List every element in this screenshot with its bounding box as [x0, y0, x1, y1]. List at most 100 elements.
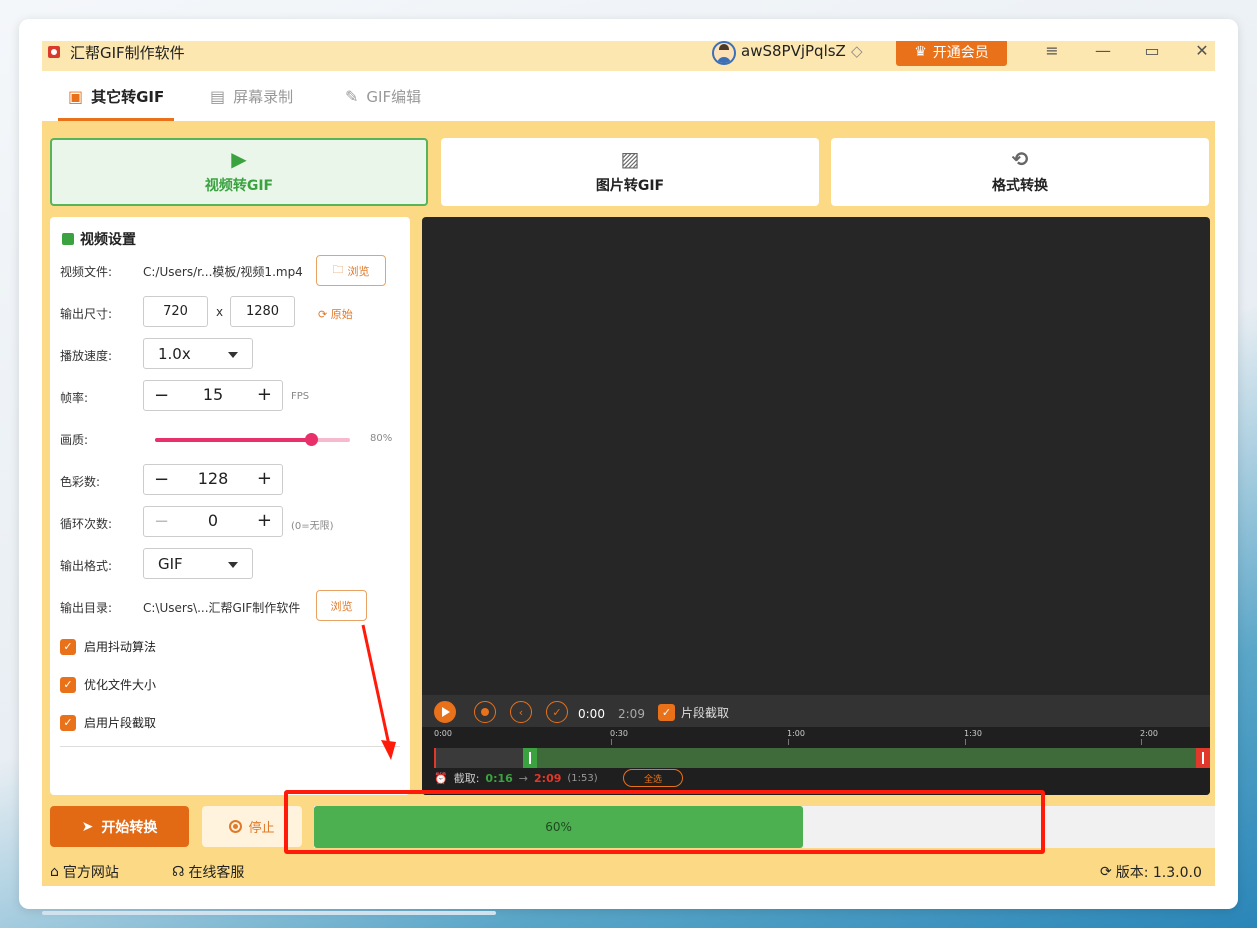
version-info[interactable]: ⟳ 版本: 1.3.0.0 [1100, 862, 1202, 882]
tab-screen-record[interactable]: ▤ 屏幕录制 [210, 71, 293, 121]
settings-video-icon [62, 233, 74, 245]
quality-slider-thumb[interactable] [305, 433, 318, 446]
tick-mark [1141, 739, 1142, 745]
app-logo-icon [48, 46, 60, 58]
clip-end-handle[interactable] [1196, 748, 1210, 768]
minimize-icon[interactable]: — [1093, 41, 1113, 60]
tick-label: 1:00 [787, 729, 805, 738]
timeline[interactable]: 0:00 0:30 1:00 1:30 2:00 ⏰ 截取: 0:16 → 2:… [422, 727, 1210, 795]
tab-other-to-gif[interactable]: ▣ 其它转GIF [68, 71, 164, 121]
avatar[interactable] [712, 41, 736, 65]
image-icon: ▣ [68, 86, 84, 106]
headset-icon: ☊ [172, 864, 185, 880]
segment-clip-toggle[interactable]: ✓ 片段截取 [658, 704, 729, 721]
video-file-path: C:/Users/r...模板/视频1.mp4 [143, 265, 303, 279]
camera-icon: ▤ [210, 86, 226, 106]
stop-circle-icon [229, 820, 243, 833]
playhead[interactable] [434, 748, 436, 768]
support-link[interactable]: ☊ 在线客服 [172, 862, 244, 882]
picture-icon: ▨ [620, 147, 640, 171]
format-select[interactable]: GIF [143, 548, 253, 579]
select-all-button[interactable]: 全选 [623, 769, 683, 787]
mode-label: 图片转GIF [595, 178, 665, 194]
checkbox-checked-icon[interactable]: ✓ [658, 704, 675, 721]
close-icon[interactable]: ✕ [1192, 41, 1212, 60]
option-label: 启用抖动算法 [84, 640, 157, 654]
prev-icon[interactable]: ‹ [510, 701, 532, 723]
option-label: 优化文件大小 [84, 678, 157, 692]
start-label: 开始转换 [101, 819, 158, 836]
confirm-icon[interactable]: ✓ [546, 701, 568, 723]
reset-size-button[interactable]: ⟳ 原始 [318, 306, 353, 322]
scrollbar[interactable] [42, 911, 496, 915]
username[interactable]: awS8PVjPqlsZ [741, 42, 846, 60]
video-settings-panel: 视频设置 视频文件: C:/Users/r...模板/视频1.mp4 🗀 浏览 … [50, 217, 410, 795]
mode-image-to-gif[interactable]: ▨ 图片转GIF [441, 138, 819, 206]
arrow-icon: → [518, 771, 529, 785]
fps-stepper[interactable]: − 15 + [143, 380, 283, 411]
stop-icon[interactable] [474, 701, 496, 723]
folder-icon: 🗀 [332, 263, 344, 276]
mode-format-convert[interactable]: ⟲ 格式转换 [831, 138, 1209, 206]
browse-video-button[interactable]: 🗀 浏览 [316, 255, 386, 286]
current-time: 0:00 [578, 707, 605, 721]
panel-title: 视频设置 [80, 232, 136, 248]
speed-value: 1.0x [158, 344, 191, 363]
plus-button[interactable]: + [257, 468, 272, 489]
maximize-icon[interactable]: ▭ [1142, 41, 1162, 60]
plus-button[interactable]: + [257, 510, 272, 531]
menu-icon[interactable]: ≡ [1042, 41, 1062, 60]
tab-label: 屏幕录制 [233, 87, 294, 106]
clip-end-time: 2:09 [534, 771, 562, 785]
width-input[interactable]: 720 [143, 296, 208, 327]
colors-stepper[interactable]: − 128 + [143, 464, 283, 495]
annotation-highlight-box [284, 790, 1045, 854]
convert-icon: ⟲ [1011, 147, 1029, 171]
play-icon[interactable] [434, 701, 456, 723]
format-label: 输出格式: [60, 559, 113, 573]
panel-header: 视频设置 [62, 229, 136, 249]
browse-label: 浏览 [347, 264, 370, 278]
height-input[interactable]: 1280 [230, 296, 295, 327]
option-dither[interactable]: ✓ 启用抖动算法 [60, 638, 156, 655]
checkbox-checked-icon[interactable]: ✓ [60, 638, 76, 655]
quality-slider[interactable] [155, 433, 350, 446]
vip-button[interactable]: ♛ 开通会员 [896, 41, 1007, 66]
start-convert-button[interactable]: ➤ 开始转换 [50, 806, 189, 847]
clip-start-handle[interactable] [522, 748, 537, 768]
chevron-down-icon [228, 352, 238, 358]
option-segment-clip[interactable]: ✓ 启用片段截取 [60, 714, 156, 731]
output-size-label: 输出尺寸: [60, 307, 113, 321]
alarm-icon: ⏰ [434, 771, 448, 785]
checkbox-checked-icon[interactable]: ✓ [60, 714, 76, 731]
mode-video-to-gif[interactable]: ▶ 视频转GIF [50, 138, 428, 206]
home-icon: ⌂ [50, 864, 59, 880]
video-icon: ▶ [231, 147, 247, 171]
app-window: 汇帮GIF制作软件 awS8PVjPqlsZ ◇ ♛ 开通会员 ≡ — ▭ ✕ … [42, 41, 1215, 886]
app-title: 汇帮GIF制作软件 [70, 44, 185, 62]
website-link[interactable]: ⌂ 官方网站 [50, 862, 119, 882]
size-separator: x [216, 305, 224, 319]
timeline-track[interactable] [434, 748, 1210, 768]
fps-unit: FPS [291, 391, 310, 402]
checkbox-checked-icon[interactable]: ✓ [60, 676, 76, 693]
plus-button[interactable]: + [257, 384, 272, 405]
browse-label: 浏览 [330, 599, 353, 613]
output-dir-label: 输出目录: [60, 601, 113, 615]
player-controls: ‹ ✓ 0:00 2:09 ✓ 片段截取 [422, 695, 1210, 727]
reset-label: 原始 [330, 308, 353, 321]
edit-icon: ✎ [345, 86, 359, 106]
option-optimize-size[interactable]: ✓ 优化文件大小 [60, 676, 156, 693]
tick-label: 2:00 [1140, 729, 1158, 738]
colors-label: 色彩数: [60, 475, 101, 489]
browse-output-button[interactable]: 浏览 [316, 590, 367, 621]
quality-label: 画质: [60, 433, 89, 447]
quality-slider-fill [155, 438, 311, 442]
tab-gif-edit[interactable]: ✎ GIF编辑 [345, 71, 421, 121]
loop-stepper[interactable]: − 0 + [143, 506, 283, 537]
tick-label: 1:30 [964, 729, 982, 738]
diamond-icon: ◇ [851, 42, 863, 60]
support-label: 在线客服 [188, 865, 245, 881]
speed-select[interactable]: 1.0x [143, 338, 253, 369]
format-value: GIF [158, 554, 183, 573]
